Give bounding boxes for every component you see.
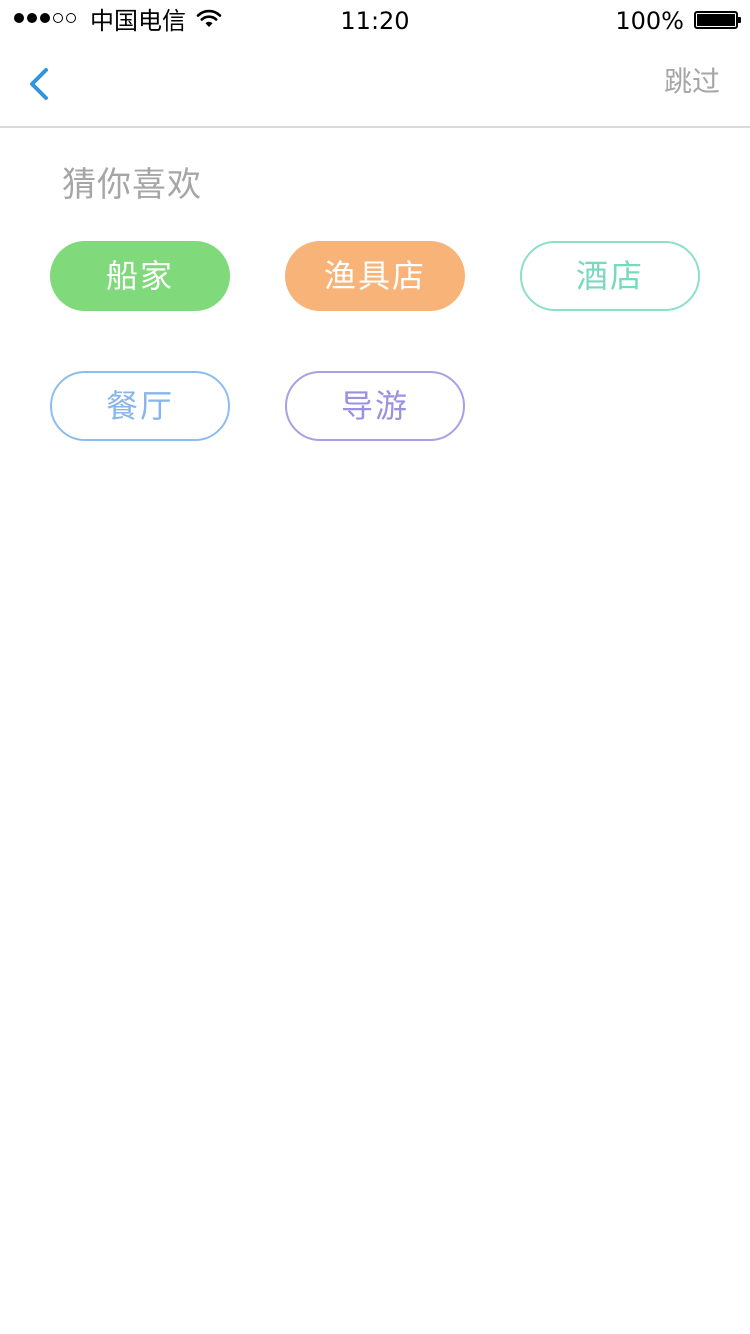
- tag-button-boat-owner[interactable]: 船家: [50, 241, 230, 311]
- tag-label: 导游: [340, 387, 409, 425]
- tag-label: 酒店: [575, 257, 644, 295]
- tag-label: 渔具店: [323, 257, 426, 295]
- tag-label: 餐厅: [105, 387, 174, 425]
- skip-button[interactable]: 跳过: [664, 64, 720, 100]
- battery-icon: [694, 11, 741, 29]
- navigation-bar: 跳过: [0, 40, 750, 128]
- section-title: 猜你喜欢: [62, 165, 202, 205]
- tag-label: 船家: [105, 257, 174, 295]
- status-bar: 中国电信 11:20 100%: [0, 0, 750, 40]
- chevron-left-icon: [30, 68, 48, 100]
- tag-button-restaurant[interactable]: 餐厅: [50, 371, 230, 441]
- back-button[interactable]: [22, 62, 62, 106]
- battery-percentage: 100%: [615, 7, 684, 35]
- tag-button-hotel[interactable]: 酒店: [520, 241, 700, 311]
- tag-button-tour-guide[interactable]: 导游: [285, 371, 465, 441]
- tag-button-tackle-shop[interactable]: 渔具店: [285, 241, 465, 311]
